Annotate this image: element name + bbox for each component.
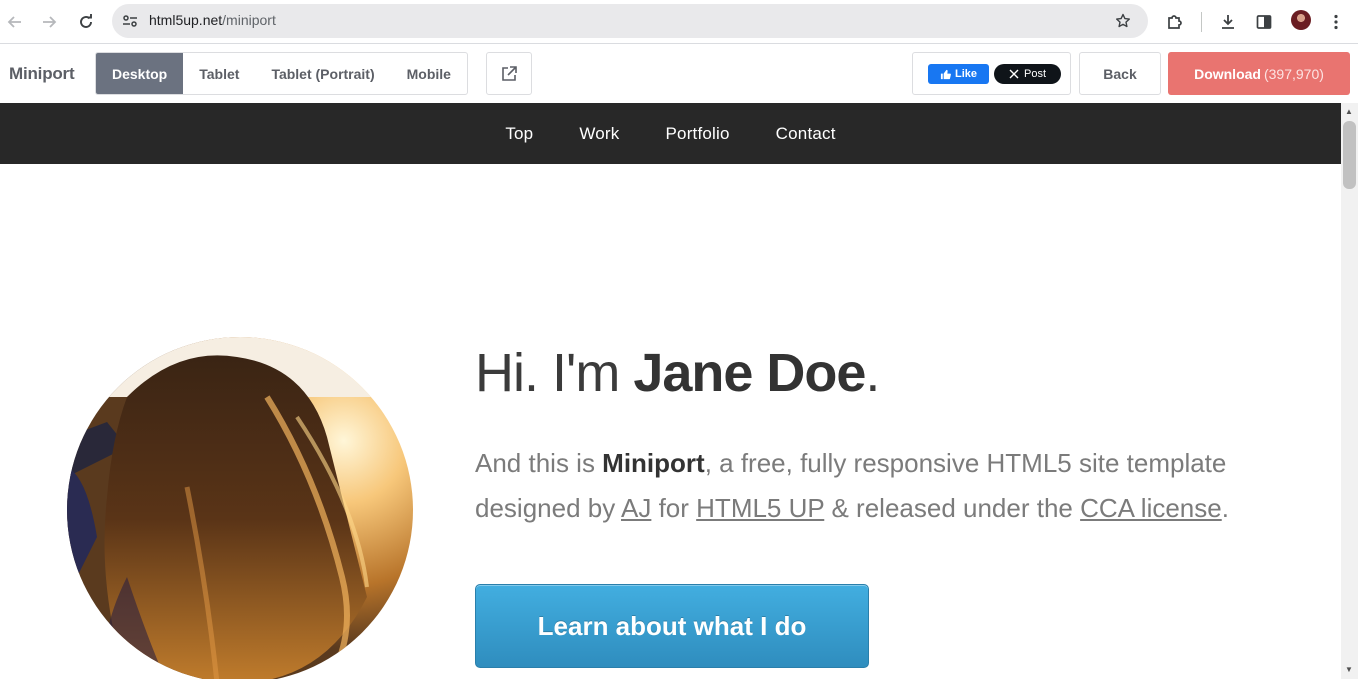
site-settings-icon[interactable] xyxy=(120,11,140,31)
profile-avatar[interactable] xyxy=(1291,10,1311,30)
facebook-like-button[interactable]: Like xyxy=(928,64,989,84)
download-button[interactable]: Download (397,970) xyxy=(1168,52,1350,95)
x-logo-icon xyxy=(1009,69,1019,79)
hero-text-5: . xyxy=(1221,493,1229,523)
back-icon[interactable] xyxy=(2,9,28,35)
toolbar-separator xyxy=(1201,12,1202,32)
view-switcher: Desktop Tablet Tablet (Portrait) Mobile xyxy=(95,52,468,95)
preview-toolbar: Miniport Desktop Tablet Tablet (Portrait… xyxy=(0,44,1358,103)
scroll-thumb[interactable] xyxy=(1343,121,1356,189)
open-external-button[interactable] xyxy=(486,52,532,95)
hero-text-3: for xyxy=(651,493,697,523)
hero-title-prefix: Hi. I'm xyxy=(475,343,634,403)
download-count: (397,970) xyxy=(1263,65,1324,82)
hero-title: Hi. I'm Jane Doe. xyxy=(475,342,880,404)
learn-more-button[interactable]: Learn about what I do xyxy=(475,584,869,668)
nav-link-contact[interactable]: Contact xyxy=(776,124,836,144)
url-path: /miniport xyxy=(222,12,276,28)
link-html5up[interactable]: HTML5 UP xyxy=(696,493,824,523)
link-aj[interactable]: AJ xyxy=(621,493,651,523)
view-mobile-button[interactable]: Mobile xyxy=(391,53,467,94)
social-buttons: Like Post xyxy=(912,52,1071,95)
browser-chrome: html5up.net/miniport xyxy=(0,0,1358,44)
downloads-icon[interactable] xyxy=(1215,9,1241,35)
hero-text-4: & released under the xyxy=(824,493,1081,523)
template-name: Miniport xyxy=(9,64,75,83)
hero-text-1: And this is xyxy=(475,448,603,478)
hero-description: And this is Miniport, a free, fully resp… xyxy=(475,441,1265,531)
nav-link-work[interactable]: Work xyxy=(579,124,619,144)
scroll-up-arrow-icon[interactable]: ▲ xyxy=(1345,107,1353,116)
x-post-button[interactable]: Post xyxy=(994,64,1061,84)
facebook-like-label: Like xyxy=(954,68,977,80)
nav-link-portfolio[interactable]: Portfolio xyxy=(666,124,730,144)
portrait-image xyxy=(67,337,413,679)
hero-title-suffix: . xyxy=(865,343,880,403)
hero-title-name: Jane Doe xyxy=(633,343,866,403)
view-tablet-portrait-button[interactable]: Tablet (Portrait) xyxy=(255,53,390,94)
download-label: Download xyxy=(1194,65,1261,82)
thumbs-up-icon xyxy=(940,69,951,79)
scroll-down-arrow-icon[interactable]: ▼ xyxy=(1345,665,1353,674)
back-button[interactable]: Back xyxy=(1079,52,1161,95)
more-menu-icon[interactable] xyxy=(1323,9,1349,35)
page-scrollbar[interactable]: ▲ ▼ xyxy=(1341,103,1358,679)
x-post-label: Post xyxy=(1023,68,1046,80)
hero-section: Hi. I'm Jane Doe. And this is Miniport, … xyxy=(0,164,1341,679)
view-desktop-button[interactable]: Desktop xyxy=(96,53,184,94)
address-bar[interactable]: html5up.net/miniport xyxy=(112,4,1148,38)
site-nav: Top Work Portfolio Contact xyxy=(0,103,1341,164)
side-panel-icon[interactable] xyxy=(1251,9,1277,35)
external-link-icon xyxy=(502,65,517,81)
url-host: html5up.net xyxy=(149,12,223,28)
nav-link-top[interactable]: Top xyxy=(505,124,533,144)
view-tablet-button[interactable]: Tablet xyxy=(183,53,255,94)
url-text: html5up.net/miniport xyxy=(149,12,276,28)
forward-icon[interactable] xyxy=(36,9,62,35)
bookmark-star-icon[interactable] xyxy=(1112,10,1134,32)
hero-text-brand: Miniport xyxy=(602,448,705,478)
link-cca-license[interactable]: CCA license xyxy=(1080,493,1222,523)
extensions-icon[interactable] xyxy=(1162,9,1188,35)
reload-icon[interactable] xyxy=(73,9,99,35)
